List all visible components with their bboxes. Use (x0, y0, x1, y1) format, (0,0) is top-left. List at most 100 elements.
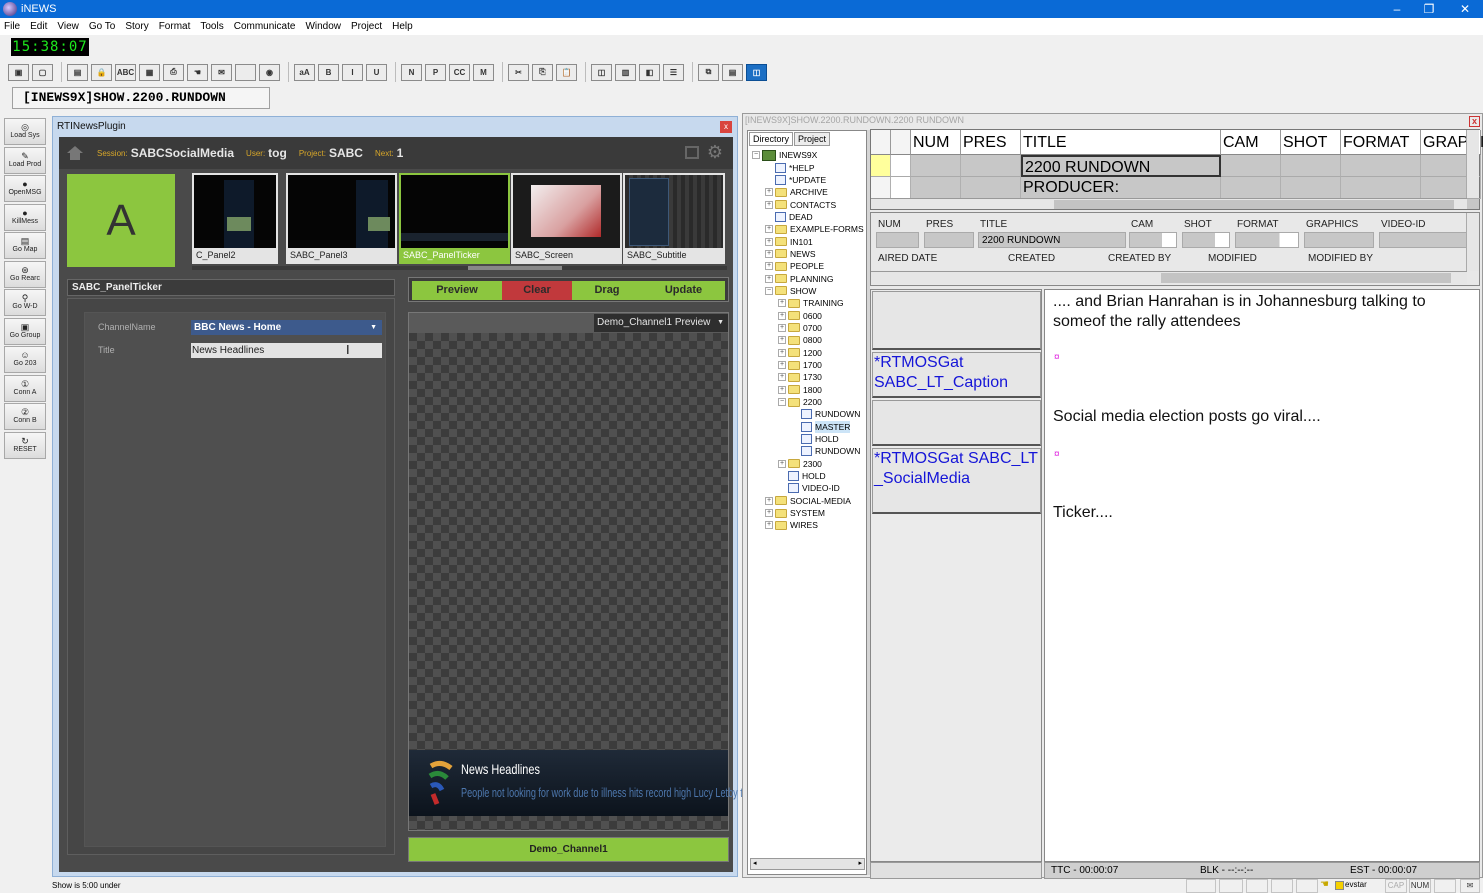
menu-go-to[interactable]: Go To (89, 21, 116, 32)
cue-cell-caption[interactable]: *RTMOSGat SABC_LT_Caption (872, 352, 1041, 398)
expand-icon[interactable]: + (778, 348, 786, 357)
tree-item[interactable]: + TRAINING (752, 297, 866, 309)
grid-cell[interactable] (1221, 177, 1281, 199)
scrollbar-thumb[interactable] (468, 266, 562, 270)
tree-item[interactable]: HOLD (752, 433, 866, 445)
column-header[interactable]: CAM (1221, 130, 1281, 155)
form-field[interactable] (1304, 232, 1374, 248)
expand-icon[interactable]: + (778, 459, 786, 468)
row-flag-cell[interactable] (891, 155, 911, 177)
italic-button[interactable]: I (342, 63, 363, 81)
tree-item[interactable]: RUNDOWN (752, 445, 866, 457)
globe-button[interactable]: ◉ (259, 63, 280, 81)
grid-cell[interactable] (1341, 177, 1421, 199)
calendar-icon[interactable] (685, 146, 699, 159)
expand-icon[interactable]: + (765, 496, 773, 505)
expand-icon[interactable]: + (765, 188, 773, 197)
grid-vscrollbar[interactable] (1466, 130, 1479, 198)
form-field[interactable] (1379, 232, 1469, 248)
tree-item[interactable]: + IN101 (752, 235, 866, 247)
menu-project[interactable]: Project (351, 21, 382, 32)
template-thumb[interactable]: SABC_Subtitle (623, 173, 725, 264)
layout-3-button[interactable]: ◧ (639, 63, 660, 81)
menu-view[interactable]: View (57, 21, 79, 32)
menu-tools[interactable]: Tools (200, 21, 223, 32)
queue-path[interactable]: [INEWS9X]SHOW.2200.RUNDOWN (12, 87, 270, 109)
underline-button[interactable]: U (366, 63, 387, 81)
save-button[interactable]: ▦ (139, 63, 160, 81)
grid-cell[interactable] (911, 177, 961, 199)
directory-hscrollbar[interactable]: ◂ ▸ (750, 858, 865, 870)
tree-item[interactable]: +0700 (752, 322, 866, 334)
column-header[interactable]: FORMAT (1341, 130, 1421, 155)
tree-item[interactable]: +1200 (752, 347, 866, 359)
tree-item[interactable]: + NEWS (752, 248, 866, 260)
menu-format[interactable]: Format (159, 21, 191, 32)
tree-item[interactable]: + WIRES (752, 519, 866, 531)
layout-5-button[interactable]: ⧉ (698, 63, 719, 81)
macro-button-killmess[interactable]: ● KillMess (4, 203, 46, 231)
tree-item[interactable]: + EXAMPLE-FORMS (752, 223, 866, 235)
menu-window[interactable]: Window (305, 21, 341, 32)
layout-4-button[interactable]: ☰ (663, 63, 684, 81)
close-button[interactable]: ✕ (1448, 0, 1482, 18)
form-field[interactable] (1129, 232, 1177, 248)
macro-button-go-203[interactable]: ☺ Go 203 (4, 346, 46, 373)
form-hscrollbar[interactable] (871, 271, 1467, 284)
collapse-icon[interactable]: − (778, 398, 786, 407)
presenter-button[interactable]: P (425, 63, 446, 81)
bold-button[interactable]: B (318, 63, 339, 81)
hand-button[interactable]: ☚ (187, 63, 208, 81)
form-field[interactable]: 2200 RUNDOWN (978, 232, 1126, 248)
tree-item[interactable]: + ARCHIVE (752, 186, 866, 198)
template-thumb[interactable]: C_Panel2 (192, 173, 278, 264)
macro-button-reset[interactable]: ↻ RESET (4, 431, 46, 459)
tree-item[interactable]: + SOCIAL-MEDIA (752, 495, 866, 507)
expand-icon[interactable]: + (765, 249, 773, 258)
expand-icon[interactable]: + (765, 274, 773, 283)
tree-item[interactable]: +1800 (752, 384, 866, 396)
tree-item[interactable]: DEAD (752, 211, 866, 223)
expand-icon[interactable]: + (778, 299, 786, 308)
macro-button-go-rearc[interactable]: ⊛ Go Rearc (4, 260, 46, 288)
cue-cell-socialmedia[interactable]: *RTMOSGat SABC_LT_SocialMedia (872, 448, 1041, 514)
grid-cell[interactable] (1281, 177, 1341, 199)
macro-button-load-sys[interactable]: ◎ Load Sys (4, 118, 46, 145)
column-header[interactable] (871, 130, 891, 155)
menu-help[interactable]: Help (392, 21, 413, 32)
layout-7-button[interactable]: ◫ (746, 63, 767, 81)
tree-item[interactable]: MASTER (752, 420, 866, 433)
layer-a-indicator[interactable]: A (67, 174, 175, 267)
preview-channel-select[interactable]: Demo_Channel1 Preview ▼ (594, 314, 728, 332)
tree-item[interactable]: + PLANNING (752, 272, 866, 284)
menu-file[interactable]: File (4, 21, 20, 32)
macro-button-load-prod[interactable]: ✎ Load Prod (4, 146, 46, 174)
drag-button[interactable]: Drag (572, 281, 642, 300)
macro-button-go-w-d[interactable]: ⚲ Go W-D (4, 289, 46, 316)
plugin-close-button[interactable]: x (720, 121, 732, 133)
new-story-button[interactable]: ▣ (8, 63, 29, 81)
tree-item[interactable]: VIDEO-ID (752, 482, 866, 494)
channel-button[interactable]: Demo_Channel1 (408, 837, 729, 862)
font-size-button[interactable]: aA (294, 63, 315, 81)
expand-icon[interactable]: + (765, 509, 773, 518)
expand-icon[interactable]: + (778, 323, 786, 332)
macro-button-go-group[interactable]: ▣ Go Group (4, 317, 46, 345)
row-flag-cell[interactable] (891, 177, 911, 199)
minimize-button[interactable]: – (1380, 0, 1414, 18)
rundown-close-button[interactable]: x (1469, 116, 1480, 127)
expand-icon[interactable]: + (778, 385, 786, 394)
expand-icon[interactable]: + (765, 237, 773, 246)
column-header[interactable]: TITLE (1021, 130, 1221, 155)
channel-name-select[interactable]: BBC News - Home ▼ (191, 320, 382, 335)
tree-item[interactable]: + PEOPLE (752, 260, 866, 272)
production-cue-marker[interactable]: ¤ (1054, 449, 1060, 460)
tree-item[interactable]: HOLD (752, 470, 866, 482)
expand-icon[interactable]: + (778, 373, 786, 382)
tab-directory[interactable]: Directory (749, 132, 794, 146)
spellcheck-button[interactable]: ABC (115, 63, 136, 81)
menu-story[interactable]: Story (125, 21, 148, 32)
copy-button[interactable]: ⎘ (532, 63, 553, 81)
collapse-icon[interactable]: − (752, 151, 760, 160)
expand-icon[interactable]: + (778, 311, 786, 320)
